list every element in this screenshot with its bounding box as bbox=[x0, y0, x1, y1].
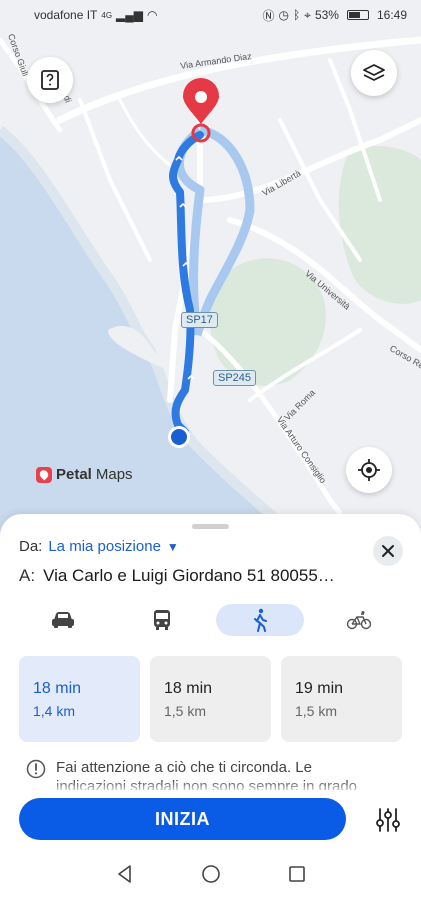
layers-button[interactable] bbox=[351, 50, 397, 96]
nfc-icon: Ⓝ bbox=[262, 8, 275, 23]
petal-logo-icon bbox=[36, 466, 52, 483]
route-time: 18 min bbox=[33, 680, 82, 697]
route-settings-button[interactable] bbox=[372, 804, 404, 836]
status-bar: vodafone IT 4G ▂▄▆ ◠ Ⓝ ◷ ᛒ ⌖ 53% 16:49 bbox=[0, 0, 421, 30]
layers-icon bbox=[363, 64, 385, 81]
close-button[interactable] bbox=[373, 536, 403, 566]
map-view[interactable]: Via Armando Diaz Via Libertà Via Univers… bbox=[0, 0, 421, 540]
route-distance: 1,5 km bbox=[295, 703, 338, 719]
bluetooth-icon: ᛒ bbox=[292, 8, 301, 22]
carrier-label: vodafone IT bbox=[34, 8, 98, 22]
origin-value[interactable]: La mia posizione bbox=[48, 538, 161, 555]
battery-icon bbox=[346, 10, 369, 20]
route-panel: Da: La mia posizione ▼ A: Via Carlo e Lu… bbox=[0, 514, 421, 900]
locate-me-button[interactable] bbox=[346, 447, 392, 493]
current-position-dot[interactable] bbox=[171, 429, 187, 445]
start-navigation-button[interactable]: INIZIA bbox=[19, 798, 346, 840]
route-time: 18 min bbox=[164, 680, 213, 697]
info-icon bbox=[26, 759, 46, 779]
route-time: 19 min bbox=[295, 680, 344, 697]
route-distance: 1,4 km bbox=[33, 703, 76, 719]
alarm-icon: ◷ bbox=[278, 8, 289, 22]
route-distance: 1,5 km bbox=[164, 703, 207, 719]
route-option-3[interactable]: 19 min 1,5 km bbox=[281, 656, 402, 742]
mode-transit-tab[interactable] bbox=[118, 604, 206, 636]
route-option-2[interactable]: 18 min 1,5 km bbox=[150, 656, 271, 742]
mode-bike-tab[interactable] bbox=[315, 604, 403, 636]
home-icon[interactable] bbox=[201, 864, 221, 884]
wifi-icon: ◠ bbox=[147, 8, 158, 22]
petal-maps-logo: Petal Maps bbox=[36, 466, 133, 483]
guide-icon bbox=[41, 70, 59, 90]
drag-handle[interactable] bbox=[192, 524, 229, 529]
car-icon bbox=[52, 612, 74, 628]
mode-car-tab[interactable] bbox=[19, 604, 107, 636]
mode-walk-tab[interactable] bbox=[216, 604, 305, 636]
brand-strong: Petal bbox=[56, 466, 92, 483]
road-shield-sp245: SP245 bbox=[213, 370, 257, 386]
route-option-1[interactable]: 18 min 1,4 km bbox=[19, 656, 140, 742]
notice-fade bbox=[0, 780, 421, 794]
destination-pin-dot bbox=[195, 91, 207, 103]
road-shield-sp17: SP17 bbox=[181, 312, 218, 328]
sliders-icon bbox=[376, 808, 400, 832]
close-icon bbox=[382, 545, 394, 557]
bike-icon bbox=[346, 611, 372, 630]
battery-percent: 53% bbox=[314, 8, 339, 22]
travel-mode-tabs bbox=[19, 604, 403, 638]
destination-label: A: bbox=[19, 566, 36, 585]
park-area-2 bbox=[338, 145, 421, 304]
recents-icon[interactable] bbox=[287, 864, 307, 884]
network-label: 4G bbox=[101, 10, 113, 20]
origin-label: Da: bbox=[19, 538, 43, 555]
destination-row[interactable]: A: Via Carlo e Luigi Giordano 51 80055… bbox=[19, 566, 379, 586]
walk-icon bbox=[254, 608, 268, 632]
route-options: 18 min 1,4 km 18 min 1,5 km 19 min 1,5 k… bbox=[19, 656, 403, 742]
back-icon[interactable] bbox=[115, 864, 135, 884]
location-status-icon: ⌖ bbox=[304, 7, 311, 22]
clock: 16:49 bbox=[376, 8, 407, 22]
locate-icon bbox=[358, 459, 380, 481]
caret-down-icon[interactable]: ▼ bbox=[167, 540, 179, 554]
signal-icon: ▂▄▆ bbox=[116, 8, 144, 22]
bus-icon bbox=[153, 610, 170, 630]
system-navigation-bar bbox=[0, 848, 421, 900]
brand-rest: Maps bbox=[95, 466, 133, 483]
guide-button[interactable] bbox=[27, 57, 73, 103]
origin-row[interactable]: Da: La mia posizione ▼ bbox=[19, 538, 179, 555]
destination-value[interactable]: Via Carlo e Luigi Giordano 51 80055… bbox=[43, 566, 335, 586]
